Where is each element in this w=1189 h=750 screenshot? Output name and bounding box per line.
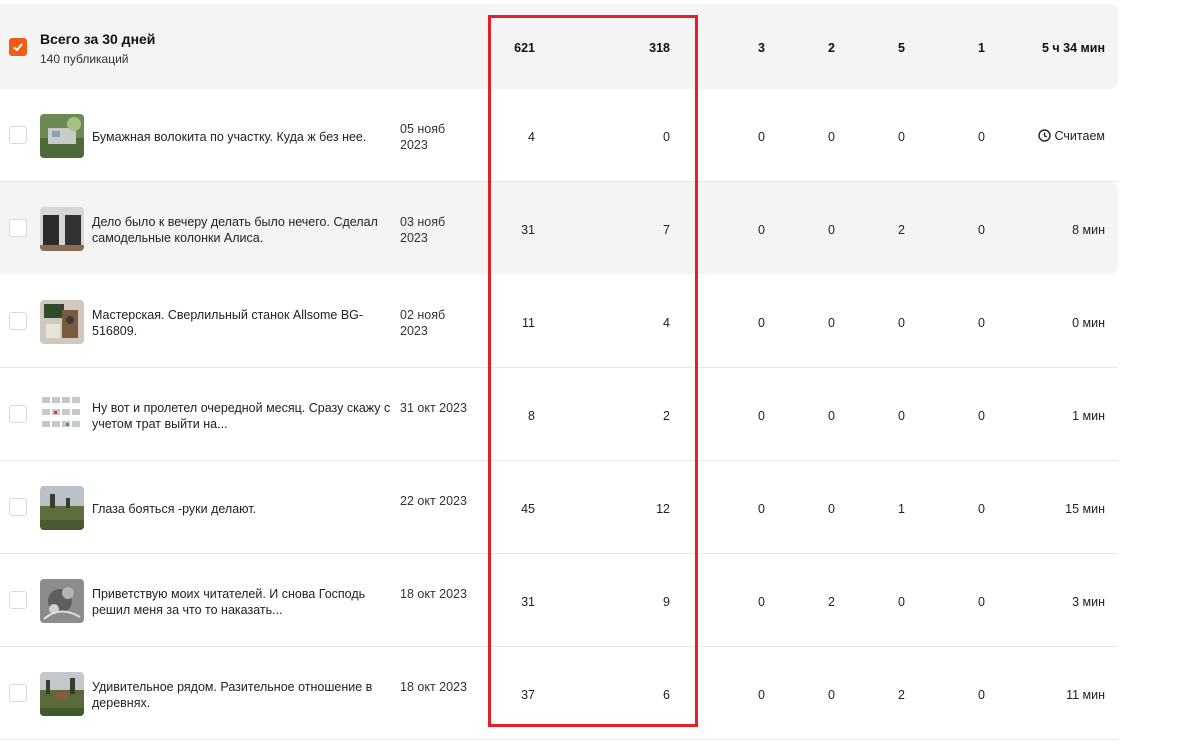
cell-value: 37 <box>521 688 535 702</box>
read-time-value: 0 мин <box>1072 316 1105 330</box>
summary-value-6: 1 <box>978 41 985 55</box>
cell-value: 0 <box>978 688 985 702</box>
cell-value: 0 <box>978 595 985 609</box>
cell-value: 0 <box>978 130 985 144</box>
post-date: 05 нояб 2023 <box>400 122 446 152</box>
read-time-value: 8 мин <box>1072 223 1105 237</box>
post-date: 02 нояб 2023 <box>400 308 446 338</box>
table-row[interactable]: Бумажная волокита по участку. Куда ж без… <box>0 89 1118 182</box>
table-row[interactable]: Приветствую моих читателей. И снова Госп… <box>0 554 1118 647</box>
read-time-value: 15 мин <box>1065 502 1105 516</box>
cell-value: 0 <box>828 316 835 330</box>
cell-value: 0 <box>758 502 765 516</box>
cell-value: 0 <box>758 595 765 609</box>
cell-value: 31 <box>521 595 535 609</box>
cell-value: 0 <box>898 316 905 330</box>
table-row[interactable]: Глаза бояться -руки делают. 22 окт 2023 … <box>0 461 1118 554</box>
post-date: 18 окт 2023 <box>400 680 467 694</box>
post-date: 03 нояб 2023 <box>400 215 446 245</box>
post-thumbnail <box>40 207 84 251</box>
cell-value: 0 <box>898 130 905 144</box>
row-checkbox[interactable] <box>9 591 27 609</box>
post-title[interactable]: Глаза бояться -руки делают. <box>92 501 392 517</box>
post-title[interactable]: Мастерская. Сверлильный станок Allsome B… <box>92 307 392 339</box>
summary-value-5: 5 <box>898 41 905 55</box>
post-title[interactable]: Приветствую моих читателей. И снова Госп… <box>92 586 392 618</box>
read-time-value: Считаем <box>1054 129 1105 143</box>
cell-value: 0 <box>898 409 905 423</box>
post-thumbnail <box>40 393 84 437</box>
cell-value: 0 <box>828 409 835 423</box>
table-row[interactable]: Дело было к вечеру делать было нечего. С… <box>0 182 1118 274</box>
cell-value: 0 <box>978 223 985 237</box>
post-thumbnail <box>40 486 84 530</box>
cell-value: 0 <box>898 595 905 609</box>
cell-value: 0 <box>758 688 765 702</box>
row-checkbox[interactable] <box>9 405 27 423</box>
cell-value: 0 <box>978 316 985 330</box>
table-row[interactable]: Мастерская. Сверлильный станок Allsome B… <box>0 275 1118 368</box>
cell-value: 0 <box>758 409 765 423</box>
cell-value: 0 <box>828 223 835 237</box>
cell-value: 0 <box>663 130 670 144</box>
read-time-value: 11 мин <box>1066 688 1105 702</box>
cell-value: 0 <box>978 409 985 423</box>
summary-subtitle: 140 публикаций <box>40 52 129 66</box>
post-title[interactable]: Ну вот и пролетел очередной месяц. Сразу… <box>92 400 392 432</box>
cell-value: 4 <box>663 316 670 330</box>
read-time-value: 3 мин <box>1072 595 1105 609</box>
cell-value: 11 <box>522 316 535 330</box>
cell-value: 9 <box>663 595 670 609</box>
row-checkbox[interactable] <box>9 219 27 237</box>
post-title[interactable]: Бумажная волокита по участку. Куда ж без… <box>92 129 392 145</box>
post-date: 31 окт 2023 <box>400 401 467 415</box>
post-thumbnail <box>40 579 84 623</box>
cell-value: 7 <box>663 223 670 237</box>
check-icon <box>13 43 23 52</box>
table-row[interactable]: Ну вот и пролетел очередной месяц. Сразу… <box>0 368 1118 461</box>
post-title[interactable]: Дело было к вечеру делать было нечего. С… <box>92 214 392 246</box>
select-all-checkbox[interactable] <box>9 38 27 56</box>
cell-value: 0 <box>828 688 835 702</box>
cell-value: 0 <box>828 130 835 144</box>
row-checkbox[interactable] <box>9 684 27 702</box>
post-thumbnail <box>40 300 84 344</box>
post-date: 22 окт 2023 <box>400 494 467 508</box>
summary-value-4: 2 <box>828 41 835 55</box>
cell-value: 4 <box>528 130 535 144</box>
post-date: 18 окт 2023 <box>400 587 467 601</box>
read-time-value: 1 мин <box>1072 409 1105 423</box>
summary-value-7: 5 ч 34 мин <box>1041 41 1105 55</box>
cell-value: 2 <box>898 223 905 237</box>
cell-value: 0 <box>758 316 765 330</box>
summary-value-1: 621 <box>514 41 535 55</box>
row-checkbox[interactable] <box>9 312 27 330</box>
summary-value-2: 318 <box>649 41 670 55</box>
summary-row: Всего за 30 дней 140 публикаций 621 318 … <box>0 4 1118 89</box>
clock-icon <box>1037 129 1051 142</box>
cell-value: 2 <box>828 595 835 609</box>
cell-value: 0 <box>978 502 985 516</box>
row-checkbox[interactable] <box>9 126 27 144</box>
row-checkbox[interactable] <box>9 498 27 516</box>
read-time-cell: Считаем <box>985 129 1105 143</box>
cell-value: 6 <box>663 688 670 702</box>
post-title[interactable]: Удивительное рядом. Разительное отношени… <box>92 679 392 711</box>
cell-value: 0 <box>828 502 835 516</box>
cell-value: 1 <box>898 502 905 516</box>
table-row[interactable]: Удивительное рядом. Разительное отношени… <box>0 647 1118 740</box>
cell-value: 45 <box>521 502 535 516</box>
cell-value: 31 <box>521 223 535 237</box>
cell-value: 12 <box>656 502 670 516</box>
cell-value: 0 <box>758 130 765 144</box>
cell-value: 0 <box>758 223 765 237</box>
summary-title: Всего за 30 дней <box>40 31 156 47</box>
cell-value: 2 <box>663 409 670 423</box>
summary-value-3: 3 <box>758 41 765 55</box>
post-thumbnail <box>40 114 84 158</box>
post-thumbnail <box>40 672 84 716</box>
cell-value: 2 <box>898 688 905 702</box>
cell-value: 8 <box>528 409 535 423</box>
